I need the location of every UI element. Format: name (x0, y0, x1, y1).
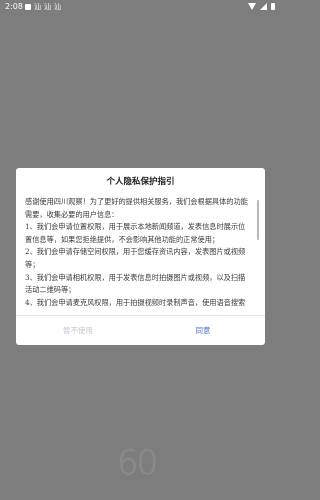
privacy-dialog: 个人隐私保护指引 感谢使用四川观察！为了更好的提供相关服务，我们会根据具体的功能… (16, 168, 265, 345)
sn-icon: 汕 (44, 3, 51, 11)
dialog-title: 个人隐私保护指引 (106, 177, 175, 187)
agree-button[interactable]: 同意 (141, 316, 265, 345)
scrollbar-thumb[interactable] (257, 200, 259, 240)
wifi-icon (248, 3, 256, 10)
intro-paragraph: 感谢使用四川观察！为了更好的提供相关服务，我们会根据具体的功能需要，收集必要的用… (25, 197, 248, 219)
location-permission-paragraph: 1、我们会申请位置权限，用于展示本地新闻频道，发表信息时展示位置信息等，如果您拒… (25, 222, 246, 244)
storage-permission-paragraph: 2、我们会申请存储空间权限，用于您缓存资讯内容，发表图片或视频等； (25, 247, 246, 269)
square-notification-icon (25, 4, 31, 10)
camera-permission-paragraph: 3、我们会申请相机权限，用于发表信息时拍摄图片或视频，以及扫描活动二维码等； (25, 272, 246, 295)
microphone-permission-paragraph: 4、我们会申请麦克风权限，用于拍摄视频时录制声音，使用语音搜索 (25, 297, 246, 307)
signal-icon (260, 3, 267, 10)
status-system-icons (248, 3, 275, 10)
status-notification-icons: 汕 汕 汕 (25, 3, 61, 11)
dialog-scrollbar[interactable] (257, 196, 259, 310)
status-bar: 2:08 汕 汕 汕 (0, 0, 281, 14)
dialog-body[interactable]: 感谢使用四川观察！为了更好的提供相关服务，我们会根据具体的功能需要，收集必要的用… (25, 196, 251, 310)
sn-icon: 汕 (54, 3, 61, 11)
splash-watermark-logo: 60 (117, 443, 158, 483)
decline-button[interactable]: 暂不使用 (16, 316, 140, 345)
battery-icon (271, 3, 275, 10)
status-time: 2:08 (5, 2, 23, 11)
sn-icon: 汕 (34, 3, 41, 11)
